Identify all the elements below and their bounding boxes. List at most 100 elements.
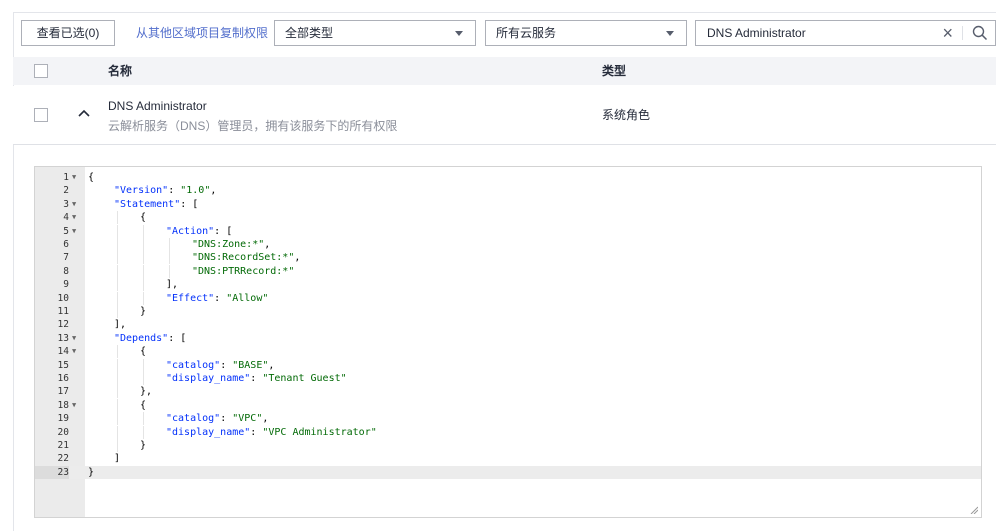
fold-toggle-icon[interactable]: ▼	[72, 211, 76, 224]
code-text: "DNS:Zone:*",	[192, 238, 270, 251]
code-text: ]	[114, 452, 120, 465]
search-value[interactable]: DNS Administrator	[707, 21, 806, 45]
code-line: 8 "DNS:PTRRecord:*"	[35, 264, 981, 278]
indent-guide	[169, 238, 170, 251]
service-select[interactable]: 所有云服务	[485, 20, 687, 46]
indent-guide	[143, 372, 144, 385]
code-text: }	[140, 439, 146, 452]
json-string: "BASE"	[232, 359, 269, 371]
fold-toggle-icon[interactable]: ▼	[72, 171, 76, 184]
code-line: 14 ▼ {	[35, 345, 981, 359]
json-key: "display_name"	[166, 373, 251, 384]
code-line: 5 ▼ "Action": [	[35, 224, 981, 238]
fold-toggle-icon[interactable]: ▼	[72, 225, 76, 238]
search-divider	[962, 26, 963, 40]
json-string: "DNS:Zone:*"	[192, 239, 265, 250]
policy-json-editor[interactable]: 1 ▼{2 "Version": "1.0", 3 ▼ "Statement": [4 ▼{…	[34, 166, 982, 518]
indent-guide	[143, 425, 144, 439]
line-number: 9	[63, 279, 69, 291]
view-selected-button[interactable]: 查看已选(0)	[21, 20, 115, 46]
json-punctuation: {	[140, 346, 147, 358]
code-text: "display_name": "Tenant Guest"	[166, 372, 347, 385]
fold-toggle-icon[interactable]: ▼	[72, 399, 76, 412]
line-number: 23	[35, 465, 69, 479]
code-text: "catalog": "VPC",	[166, 412, 268, 425]
chevron-down-icon	[455, 31, 463, 36]
chevron-down-icon	[666, 31, 674, 36]
type-select-value: 全部类型	[285, 26, 334, 40]
indent-guide	[117, 291, 118, 305]
indent-guide	[143, 358, 144, 372]
code-line: 9],	[35, 278, 981, 292]
code-line: 18 ▼ {	[35, 398, 981, 412]
table-header: 名称 类型	[13, 57, 996, 85]
json-punctuation: ]	[114, 453, 121, 465]
json-key: "display_name"	[166, 426, 251, 438]
code-text: }	[140, 305, 146, 318]
json-key: "catalog"	[166, 413, 221, 425]
fold-toggle-icon[interactable]: ▼	[72, 345, 76, 358]
filter-toolbar: 查看已选(0) 从其他区域项目复制权限 全部类型 所有云服务 DNS Admin…	[21, 20, 996, 48]
select-all-checkbox[interactable]	[34, 64, 48, 78]
line-number: 6	[63, 239, 69, 250]
type-select[interactable]: 全部类型	[274, 20, 476, 46]
code-line: 2 "Version": "1.0",	[35, 184, 981, 197]
json-string: "VPC Administrator"	[262, 426, 377, 438]
indent-guide	[143, 251, 144, 265]
search-input[interactable]: DNS Administrator ×	[695, 20, 996, 46]
indent-guide	[117, 398, 118, 412]
line-number: 21	[57, 440, 69, 451]
json-punctuation: {	[140, 212, 147, 224]
resize-handle-icon[interactable]	[970, 506, 978, 514]
line-number: 8	[63, 265, 69, 277]
header-name: 名称	[108, 64, 133, 78]
json-punctuation: :	[250, 373, 263, 384]
line-number: 19	[57, 413, 69, 425]
json-key: "Statement"	[114, 198, 181, 210]
json-string: "Tenant Guest"	[262, 373, 347, 384]
indent-guide	[143, 238, 144, 251]
line-number: 4	[63, 212, 69, 224]
code-line: 16 "display_name": "Tenant Guest"	[35, 372, 981, 385]
line-number: 2	[63, 185, 69, 197]
service-select-value: 所有云服务	[496, 26, 557, 40]
line-number: 16	[57, 373, 69, 384]
indent-guide	[143, 291, 144, 305]
code-text: {	[140, 345, 146, 358]
row-checkbox[interactable]	[34, 108, 48, 122]
indent-guide	[117, 278, 118, 292]
copy-permissions-link[interactable]: 从其他区域项目复制权限	[136, 20, 268, 46]
code-text: "Action": [	[166, 225, 232, 238]
line-number: 5	[63, 225, 69, 237]
code-line: 21}	[35, 439, 981, 452]
table-row[interactable]: DNS Administrator 云解析服务（DNS）管理员，拥有该服务下的所…	[13, 86, 996, 145]
code-line: 20 "display_name": "VPC Administrator"	[35, 425, 981, 439]
code-line: 13 ▼ "Depends": [	[35, 332, 981, 345]
indent-guide	[117, 425, 118, 439]
line-number: 13	[57, 332, 69, 344]
code-line: 22]	[35, 452, 981, 465]
line-number: 18	[57, 399, 69, 411]
fold-toggle-icon[interactable]: ▼	[72, 332, 76, 345]
indent-guide	[117, 264, 118, 278]
search-icon[interactable]	[972, 25, 988, 41]
policy-name: DNS Administrator	[108, 99, 207, 113]
code-line: 11}	[35, 305, 981, 318]
code-text: ],	[166, 278, 178, 291]
line-number: 20	[57, 426, 69, 438]
line-number: 22	[57, 453, 69, 465]
chevron-up-icon[interactable]	[77, 108, 91, 118]
code-text: "catalog": "BASE",	[166, 359, 274, 372]
code-text: {	[140, 211, 146, 224]
json-punctuation: :	[214, 292, 227, 304]
code-text: },	[140, 385, 152, 398]
json-punctuation: : [	[180, 198, 199, 210]
policy-type: 系统角色	[602, 108, 651, 122]
close-icon[interactable]: ×	[942, 23, 953, 43]
fold-toggle-icon[interactable]: ▼	[72, 198, 76, 211]
indent-guide	[117, 412, 118, 426]
code-line: 10 "Effect": "Allow"	[35, 291, 981, 305]
indent-guide	[117, 439, 118, 452]
json-punctuation: ,	[264, 239, 271, 250]
json-punctuation: :	[168, 185, 181, 197]
